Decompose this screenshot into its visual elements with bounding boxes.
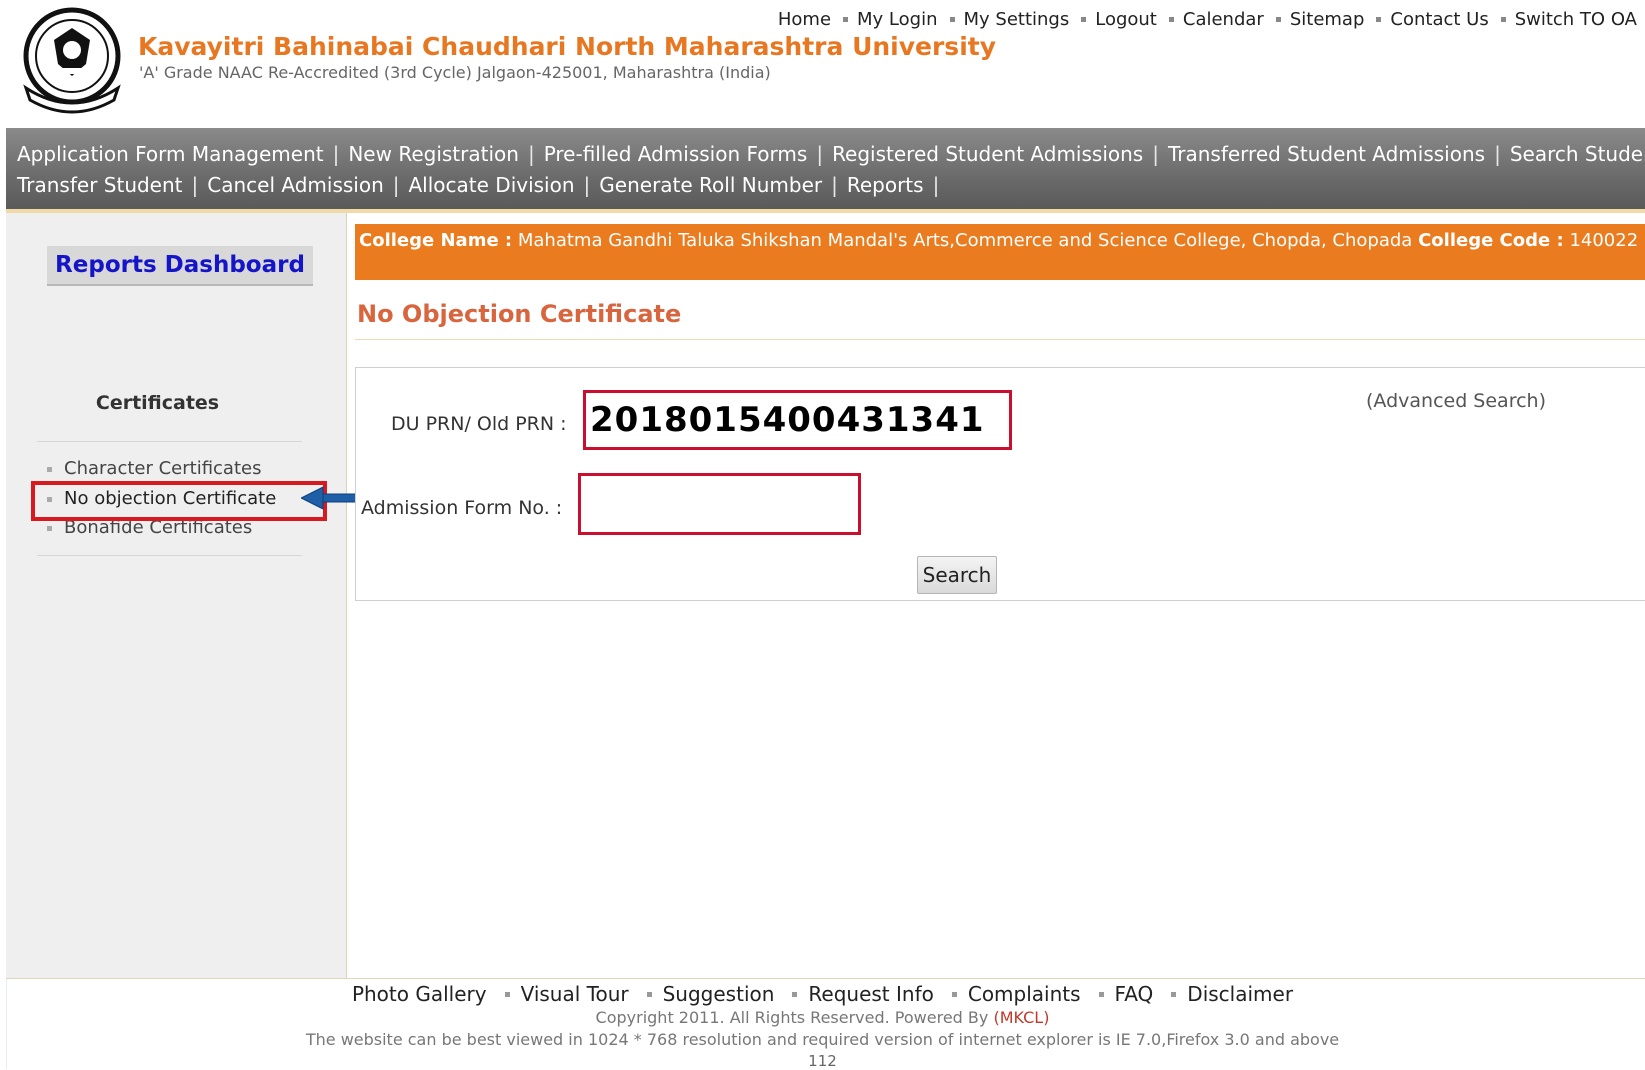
admission-form-input[interactable]	[578, 473, 861, 535]
nav-generate-roll-number[interactable]: Generate Roll Number	[599, 173, 822, 197]
bullet-separator	[843, 17, 849, 22]
nav-transferred-student-admissions[interactable]: Transferred Student Admissions	[1168, 142, 1485, 166]
main-navigation: Application Form Management | New Registr…	[6, 128, 1645, 213]
nav-separator: |	[1152, 142, 1159, 166]
top-link-sitemap[interactable]: Sitemap	[1290, 9, 1365, 30]
bullet-separator	[949, 17, 955, 22]
college-name: Mahatma Gandhi Taluka Shikshan Mandal's …	[517, 230, 1413, 251]
nav-separator: |	[816, 142, 824, 166]
nav-transfer-student[interactable]: Transfer Student	[17, 173, 183, 197]
footer-links: Photo Gallery Visual Tour Suggestion Req…	[0, 982, 1645, 1006]
top-link-my-settings[interactable]: My Settings	[964, 9, 1070, 30]
nav-application-form-management[interactable]: Application Form Management	[17, 142, 324, 166]
top-link-my-login[interactable]: My Login	[857, 9, 937, 30]
reports-dashboard-link[interactable]: Reports Dashboard	[47, 246, 313, 286]
sidebar-divider	[37, 441, 302, 442]
copyright-label: Copyright 2011. All Rights Reserved. Pow…	[595, 1008, 989, 1027]
nav-separator: |	[392, 173, 400, 197]
nav-separator: |	[831, 173, 838, 197]
university-name: Kavayitri Bahinabai Chaudhari North Maha…	[138, 32, 997, 61]
nav-registered-student-admissions[interactable]: Registered Student Admissions	[832, 142, 1143, 166]
bullet-separator	[792, 991, 798, 997]
prn-label: DU PRN/ Old PRN :	[391, 413, 567, 435]
university-subtitle: 'A' Grade NAAC Re-Accredited (3rd Cycle)…	[139, 63, 771, 82]
page-title: No Objection Certificate	[357, 300, 682, 328]
footer-link-visual-tour[interactable]: Visual Tour	[521, 982, 629, 1006]
footer-divider	[6, 978, 1645, 979]
bullet-icon	[47, 466, 52, 472]
sidebar-item-character-certificates[interactable]: Character Certificates	[47, 458, 261, 479]
mkcl-link[interactable]: (MKCL)	[993, 1008, 1049, 1027]
footer-link-disclaimer[interactable]: Disclaimer	[1187, 982, 1293, 1006]
certificates-heading: Certificates	[95, 392, 220, 414]
bullet-separator	[646, 991, 652, 997]
nav-allocate-division[interactable]: Allocate Division	[409, 173, 575, 197]
footer-link-faq[interactable]: FAQ	[1115, 982, 1154, 1006]
bullet-separator	[504, 991, 510, 997]
bullet-separator	[1376, 17, 1382, 22]
nav-cancel-admission[interactable]: Cancel Admission	[207, 173, 383, 197]
sidebar: Reports Dashboard Certificates Character…	[6, 213, 347, 978]
bullet-separator	[1098, 991, 1104, 997]
nav-separator: |	[332, 142, 340, 166]
bullet-separator	[1171, 991, 1177, 997]
admission-form-label: Admission Form No. :	[361, 497, 563, 519]
bullet-separator	[1275, 17, 1281, 22]
nav-new-registration[interactable]: New Registration	[348, 142, 519, 166]
nav-reports[interactable]: Reports	[847, 173, 924, 197]
nav-separator: |	[583, 173, 591, 197]
nav-row-1: Application Form Management | New Registr…	[17, 142, 1645, 166]
title-divider	[355, 339, 1645, 340]
college-code-label: College Code :	[1418, 230, 1564, 251]
college-info-bar: College Name : Mahatma Gandhi Taluka Shi…	[355, 224, 1645, 280]
selected-item-highlight	[31, 481, 327, 521]
bullet-separator	[1168, 17, 1174, 22]
nav-search-student[interactable]: Search Student	[1510, 142, 1645, 166]
top-link-contact-us[interactable]: Contact Us	[1390, 9, 1488, 30]
search-button[interactable]: Search	[917, 556, 997, 594]
sidebar-item-label: Character Certificates	[64, 458, 262, 479]
browser-note: The website can be best viewed in 1024 *…	[305, 1030, 1340, 1049]
top-link-logout[interactable]: Logout	[1095, 9, 1157, 30]
bullet-separator	[1500, 17, 1506, 22]
top-link-switch-to-oa[interactable]: Switch TO OA	[1515, 9, 1637, 30]
nav-pre-filled-admission-forms[interactable]: Pre-filled Admission Forms	[544, 142, 808, 166]
top-link-calendar[interactable]: Calendar	[1183, 9, 1264, 30]
page-number: 112	[808, 1052, 837, 1070]
bullet-icon	[47, 525, 52, 531]
top-link-home[interactable]: Home	[778, 9, 831, 30]
prn-input[interactable]	[583, 390, 1012, 450]
bullet-separator	[1081, 17, 1087, 22]
copyright-text: Copyright 2011. All Rights Reserved. Pow…	[0, 1008, 1645, 1027]
bullet-separator	[951, 991, 957, 997]
advanced-search-link[interactable]: (Advanced Search)	[1366, 390, 1546, 412]
nav-separator: |	[527, 142, 535, 166]
college-name-label: College Name :	[359, 230, 513, 251]
sidebar-divider	[37, 555, 302, 556]
college-code: 140022	[1569, 230, 1639, 251]
nav-separator: |	[191, 173, 199, 197]
top-links: Home My Login My Settings Logout Calenda…	[778, 9, 1637, 30]
nav-row-2: Transfer Student | Cancel Admission | Allo…	[17, 173, 948, 197]
footer-link-suggestion[interactable]: Suggestion	[663, 982, 775, 1006]
nav-separator: |	[1494, 142, 1501, 166]
site-header: Kavayitri Bahinabai Chaudhari North Maha…	[0, 0, 1645, 128]
footer-link-photo-gallery[interactable]: Photo Gallery	[352, 982, 487, 1006]
university-logo	[23, 7, 121, 114]
nav-separator: |	[932, 173, 940, 197]
footer-link-request-info[interactable]: Request Info	[808, 982, 933, 1006]
footer-link-complaints[interactable]: Complaints	[968, 982, 1081, 1006]
